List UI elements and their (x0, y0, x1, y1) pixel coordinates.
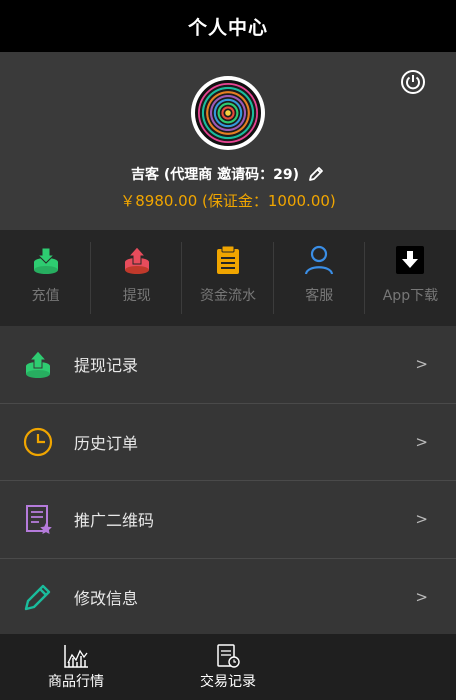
menu-item-edit-info[interactable]: 修改信息 > (0, 559, 456, 637)
menu-item-label: 提现记录 (74, 356, 139, 376)
balance-text: ￥8980.00 (保证金：1000.00) (120, 192, 336, 210)
tab-trade-records[interactable]: 交易记录 (152, 634, 304, 700)
avatar[interactable] (191, 76, 265, 150)
download-icon (396, 246, 425, 274)
top-bar: 个人中心 (0, 0, 456, 52)
quick-action-label: App下载 (382, 288, 439, 304)
menu-item-label: 修改信息 (74, 589, 139, 609)
tab-label: 交易记录 (200, 674, 256, 690)
quick-action-app-download[interactable]: App下载 (365, 230, 456, 326)
menu-item-label: 历史订单 (74, 433, 139, 453)
chevron-right-icon: > (415, 355, 428, 374)
quick-action-support[interactable]: 客服 (274, 230, 366, 326)
quick-action-label: 提现 (122, 288, 151, 304)
quick-actions: 充值 提现 资金流水 客服 App下载 (0, 230, 456, 326)
menu-item-label: 推广二维码 (74, 511, 155, 531)
tab-market[interactable]: 商品行情 (0, 634, 152, 700)
user-icon (305, 245, 334, 275)
document-star-icon (26, 505, 52, 535)
user-info-row: 吉客 (代理商 邀请码：29) (0, 164, 456, 184)
user-name: 吉客 (代理商 邀请码：29) (130, 167, 300, 183)
quick-action-withdraw[interactable]: 提现 (91, 230, 183, 326)
page-title: 个人中心 (187, 16, 268, 39)
chart-icon (64, 645, 88, 668)
withdraw-icon (124, 246, 149, 274)
quick-action-fund-flow[interactable]: 资金流水 (182, 230, 274, 326)
quick-action-deposit[interactable]: 充值 (0, 230, 92, 326)
deposit-icon (33, 247, 58, 274)
withdraw-record-icon (26, 350, 50, 379)
quick-action-label: 资金流水 (200, 288, 256, 304)
menu-item-order-history[interactable]: 历史订单 > (0, 404, 456, 481)
pencil-icon (24, 585, 51, 611)
clipboard-icon (217, 245, 239, 274)
chevron-right-icon: > (415, 432, 428, 451)
profile-section: 吉客 (代理商 邀请码：29) ￥8980.00 (保证金：1000.00) (0, 52, 456, 230)
tab-label: 商品行情 (48, 674, 104, 690)
bottom-nav: 商品行情 交易记录 (0, 634, 456, 700)
avatar-image (195, 80, 261, 146)
menu-item-promo-qrcode[interactable]: 推广二维码 > (0, 481, 456, 559)
quick-action-label: 客服 (305, 288, 334, 304)
record-icon (217, 644, 240, 668)
quick-action-label: 充值 (31, 288, 60, 304)
pencil-icon[interactable] (307, 165, 325, 183)
chevron-right-icon: > (415, 510, 428, 529)
chevron-right-icon: > (415, 588, 428, 607)
clock-icon (23, 427, 53, 456)
power-icon[interactable] (400, 69, 426, 95)
menu-list: 提现记录 > 历史订单 > 推广二维码 > 修改信息 > (0, 326, 456, 636)
menu-item-withdraw-record[interactable]: 提现记录 > (0, 326, 456, 404)
